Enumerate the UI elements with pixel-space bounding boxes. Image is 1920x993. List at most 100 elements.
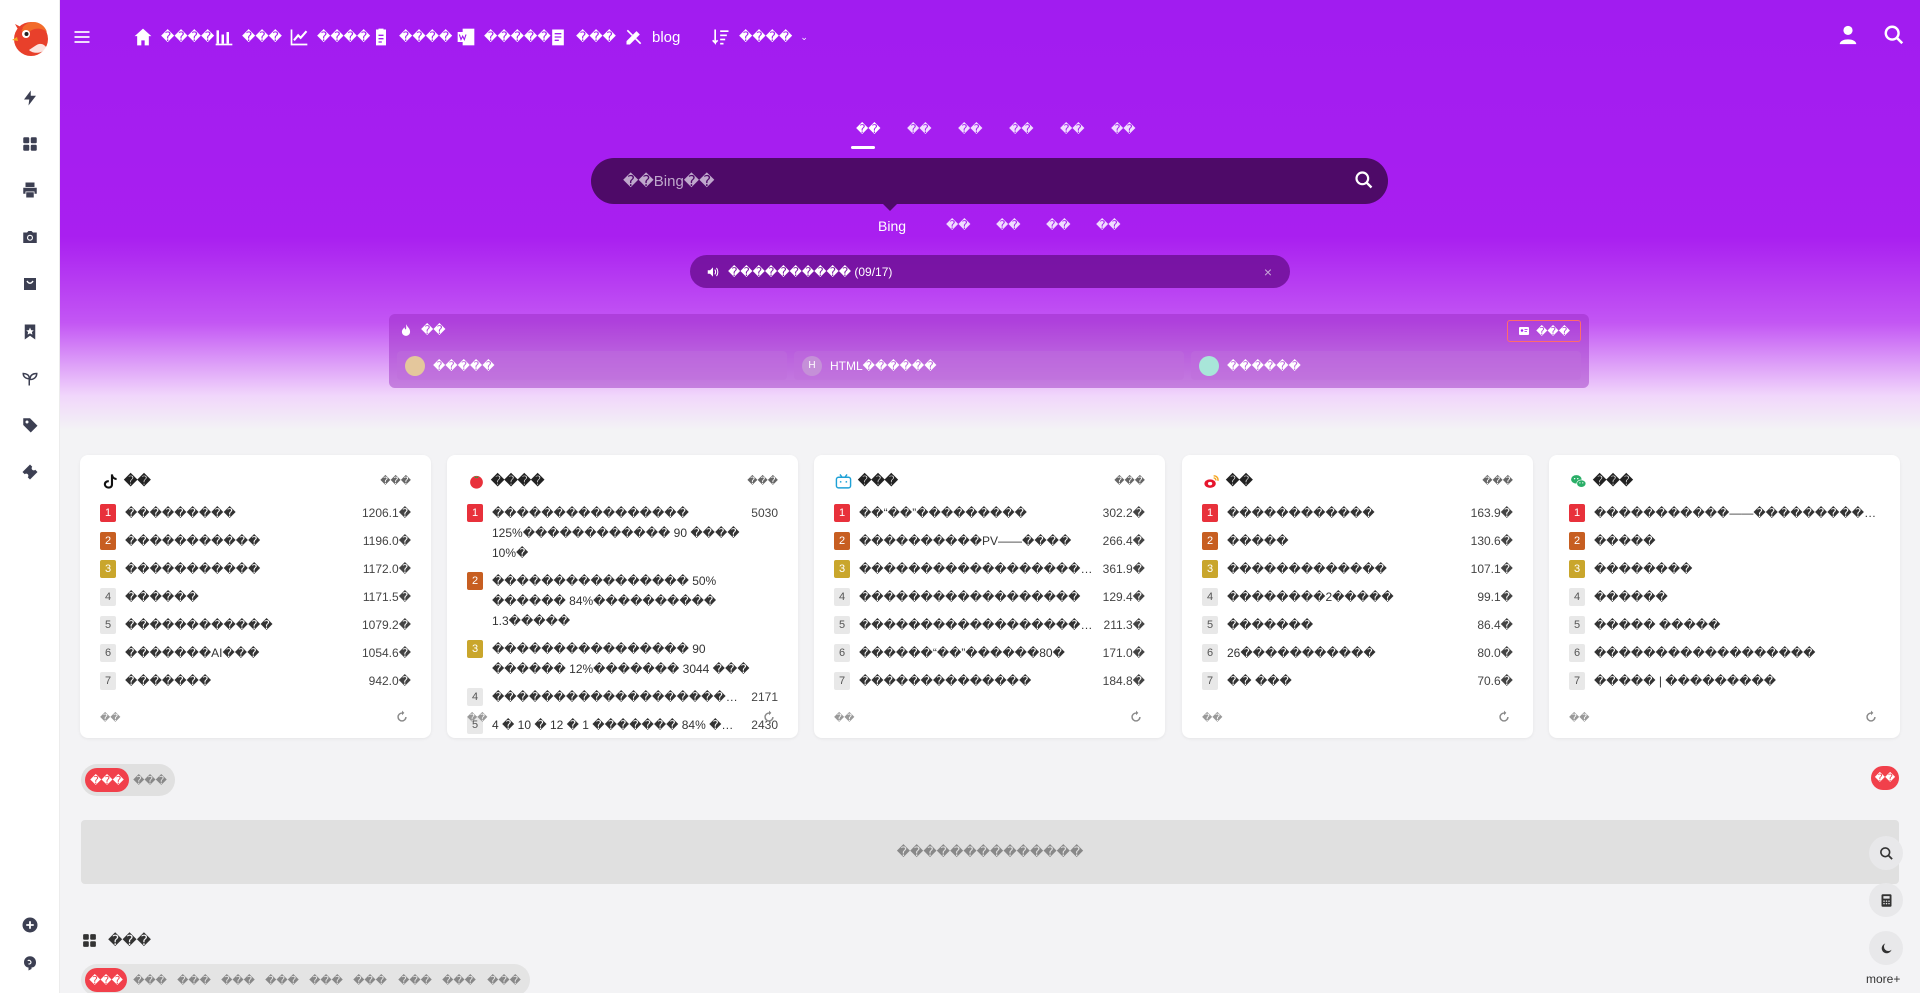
search-input[interactable] [623, 158, 1323, 204]
list-item[interactable]: 7 ������� 942.0� [100, 671, 411, 691]
list-item[interactable]: 1 ������������ 163.9� [1202, 503, 1513, 523]
nav-item-blog[interactable]: blog [624, 24, 680, 50]
nav-item-trend[interactable]: ���� [289, 24, 370, 50]
brain-icon[interactable] [18, 951, 42, 975]
list-item[interactable]: 2 ����������PV——���� 266.4� [834, 531, 1145, 551]
engine-3[interactable]: �� [1046, 218, 1071, 232]
printer-icon[interactable] [18, 178, 42, 202]
list-item[interactable]: 2 ���������������� 50% ������ 84%��������… [467, 571, 778, 631]
list-item[interactable]: 6 ������“��”������80� 171.0� [834, 643, 1145, 663]
category-tab[interactable]: ��� [438, 968, 480, 992]
category-tab[interactable]: ��� [85, 968, 127, 992]
close-icon[interactable]: × [1264, 264, 1272, 280]
hot-link[interactable]: ������ [1191, 351, 1581, 380]
action-pill-button[interactable]: �� [1871, 766, 1899, 790]
cardinal-logo-icon[interactable] [9, 16, 51, 58]
category-tab[interactable]: ��� [217, 968, 259, 992]
shopping-bag-icon[interactable] [18, 272, 42, 296]
category-tab[interactable]: ��� [129, 968, 171, 992]
card-more-link[interactable]: ��� [747, 476, 778, 487]
tab-1[interactable]: �� [907, 122, 932, 136]
list-item[interactable]: 6 ������������������ [1569, 643, 1880, 663]
tab-5[interactable]: �� [1111, 122, 1136, 136]
camera-icon[interactable] [18, 225, 42, 249]
card-more-link[interactable]: ��� [1114, 476, 1145, 487]
list-item[interactable]: 6 26����������� 80.0� [1202, 643, 1513, 663]
list-item[interactable]: 6 �������AI��� 1054.6� [100, 643, 411, 663]
list-item[interactable]: 3 ������������������50%�� 361.9� [834, 559, 1145, 579]
list-item[interactable]: 2 ����������� 1196.0� [100, 531, 411, 551]
list-item[interactable]: 3 ����������� 1172.0� [100, 559, 411, 579]
category-tab[interactable]: ��� [305, 968, 347, 992]
refresh-icon[interactable] [1864, 710, 1880, 726]
list-item[interactable]: 1 ��������� 1206.1� [100, 503, 411, 523]
toggle-option[interactable]: ��� [129, 768, 171, 792]
list-item[interactable]: 5 ����� ����� [1569, 615, 1880, 635]
tab-0[interactable]: �� [856, 122, 881, 136]
engine-4[interactable]: �� [1096, 218, 1121, 232]
bookmark-star-icon[interactable] [18, 320, 42, 344]
list-item[interactable]: 3 ���������������� 90 ������ 12%������� 3… [467, 639, 778, 679]
category-tab[interactable]: ��� [173, 968, 215, 992]
list-item[interactable]: 5 ������� 86.4� [1202, 615, 1513, 635]
toggle-option-active[interactable]: ��� [85, 768, 129, 792]
list-item[interactable]: 7 �� ��� 70.6� [1202, 671, 1513, 691]
nav-item-tasks[interactable]: ���� [371, 24, 452, 50]
search-icon[interactable] [1883, 24, 1907, 48]
search-submit-icon[interactable] [1354, 170, 1376, 192]
more-link[interactable]: more+ [1866, 972, 1900, 986]
hot-link[interactable]: H HTML������ [794, 351, 1184, 380]
refresh-icon[interactable] [1129, 710, 1145, 726]
category-tab[interactable]: ��� [349, 968, 391, 992]
tags-icon[interactable] [18, 413, 42, 437]
tab-4[interactable]: �� [1060, 122, 1085, 136]
refresh-icon[interactable] [762, 710, 778, 726]
tab-3[interactable]: �� [1009, 122, 1034, 136]
list-item[interactable]: 2 ����� [1569, 531, 1880, 551]
list-item[interactable]: 4 ������ 1171.5� [100, 587, 411, 607]
refresh-icon[interactable] [395, 710, 411, 726]
nav-item-notes[interactable]: ��� [548, 24, 616, 50]
list-item[interactable]: 1 ���������������� 125%������������ 90 ��… [467, 503, 778, 563]
list-item[interactable]: 2 ����� 130.6� [1202, 531, 1513, 551]
list-item[interactable]: 7 ����� | ��������� [1569, 671, 1880, 691]
lightning-icon[interactable] [18, 86, 42, 110]
moon-icon[interactable] [1869, 931, 1903, 965]
list-item[interactable]: 4 ������ [1569, 587, 1880, 607]
list-item[interactable]: 5 ������������ 1079.2� [100, 615, 411, 635]
engine-2[interactable]: �� [996, 218, 1021, 232]
category-tab[interactable]: ��� [394, 968, 436, 992]
calculator-icon[interactable] [1869, 883, 1903, 917]
category-tab[interactable]: ��� [261, 968, 303, 992]
user-icon[interactable] [1837, 24, 1861, 48]
list-item[interactable]: 7 �������������� 184.8� [834, 671, 1145, 691]
card-more-link[interactable]: ��� [1482, 476, 1513, 487]
list-item[interactable]: 5 ���������������������� 211.3� [834, 615, 1145, 635]
announcement-bar[interactable]: ���������� (09/17) × [690, 255, 1290, 288]
tab-2[interactable]: �� [958, 122, 983, 136]
list-item[interactable]: 4 ������������������ 129.4� [834, 587, 1145, 607]
refresh-icon[interactable] [1497, 710, 1513, 726]
nav-item-sort-dropdown[interactable]: ���� ⌄ [711, 24, 808, 50]
float-search-icon[interactable] [1869, 836, 1903, 870]
list-item[interactable]: 3 �������� [1569, 559, 1880, 579]
list-item[interactable]: 3 ������������� 107.1� [1202, 559, 1513, 579]
category-tab[interactable]: ��� [483, 968, 525, 992]
hot-more-button[interactable]: ��� [1507, 320, 1581, 342]
list-item[interactable]: 4 ��������2����� 99.1� [1202, 587, 1513, 607]
nav-item-ranking[interactable]: ��� [214, 24, 282, 50]
grid-apps-icon[interactable] [18, 132, 42, 156]
nav-item-home[interactable]: ���� [133, 24, 214, 50]
ticket-icon[interactable] [18, 460, 42, 484]
engine-bing[interactable]: Bing [878, 218, 906, 234]
plus-circle-icon[interactable] [18, 913, 42, 937]
nav-item-docs[interactable]: ����� [456, 24, 551, 50]
engine-1[interactable]: �� [946, 218, 971, 232]
list-item[interactable]: 1 �����������——������������� [1569, 503, 1880, 523]
seedling-icon[interactable] [18, 366, 42, 390]
card-more-link[interactable]: ��� [380, 476, 411, 487]
list-item[interactable]: 1 ��“��”��������� 302.2� [834, 503, 1145, 523]
menu-toggle[interactable] [72, 24, 92, 50]
hot-link[interactable]: ����� [397, 351, 787, 380]
list-item[interactable]: 4 ��������������������������������� 2171 [467, 687, 778, 707]
